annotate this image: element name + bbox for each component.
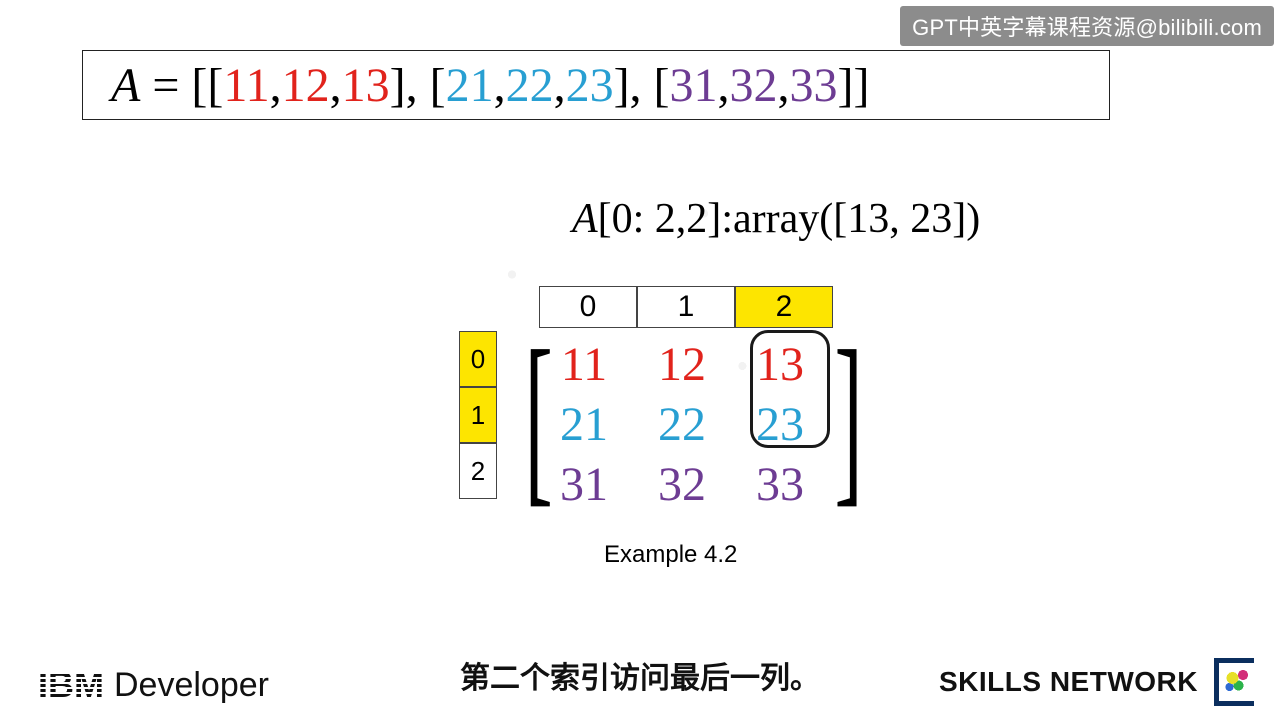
slice-v1: 13 bbox=[847, 196, 889, 242]
r3c2: 32 bbox=[730, 58, 778, 113]
bracket-open: [[ bbox=[191, 58, 223, 113]
skills-network-icon bbox=[1208, 658, 1260, 706]
slice-v2: 23 bbox=[910, 196, 952, 242]
slice-var: A bbox=[572, 196, 598, 242]
cell-0-0: 11 bbox=[535, 334, 633, 394]
cell-2-0: 31 bbox=[535, 454, 633, 514]
r2c3: 23 bbox=[566, 58, 614, 113]
slice-expression: A[0: 2,2]:array([13, 23]) bbox=[572, 195, 980, 243]
r2c1: 21 bbox=[446, 58, 494, 113]
r3c1: 31 bbox=[670, 58, 718, 113]
skills-network-text: SKILLS NETWORK bbox=[939, 666, 1198, 698]
source-watermark: GPT中英字幕课程资源@bilibili.com bbox=[900, 6, 1274, 46]
row-headers: 0 1 2 bbox=[459, 331, 497, 499]
cell-1-1: 22 bbox=[633, 394, 731, 454]
slice-idx: [0: 2,2] bbox=[598, 196, 722, 242]
r1c2: 12 bbox=[282, 58, 330, 113]
selection-highlight-ring bbox=[750, 330, 830, 448]
row-header-1-highlighted: 1 bbox=[459, 387, 497, 443]
r3c3: 33 bbox=[790, 58, 838, 113]
array-definition-box: A = [[ 11, 12, 13 ], [ 21, 22, 23 ], [ 3… bbox=[82, 50, 1110, 120]
slice-close: ]) bbox=[952, 196, 980, 242]
matrix-bracket-right: ] bbox=[834, 328, 862, 508]
cell-2-2: 33 bbox=[731, 454, 829, 514]
cell-2-1: 32 bbox=[633, 454, 731, 514]
ibm-logo: IBM bbox=[38, 664, 104, 706]
col-header-1: 1 bbox=[637, 286, 735, 328]
equals-sign: = bbox=[152, 58, 179, 113]
slice-sep: , bbox=[889, 196, 910, 242]
row-header-2: 2 bbox=[459, 443, 497, 499]
slice-open: [ bbox=[833, 196, 847, 242]
r1c1: 11 bbox=[223, 58, 269, 113]
cell-1-0: 21 bbox=[535, 394, 633, 454]
bracket-close: ]] bbox=[838, 58, 870, 113]
developer-word: Developer bbox=[114, 666, 269, 705]
column-headers: 0 1 2 bbox=[539, 286, 833, 328]
row-header-0-highlighted: 0 bbox=[459, 331, 497, 387]
col-header-2-highlighted: 2 bbox=[735, 286, 833, 328]
r1c3: 13 bbox=[342, 58, 390, 113]
skills-network-logo: SKILLS NETWORK bbox=[939, 658, 1260, 706]
r2c2: 22 bbox=[506, 58, 554, 113]
col-header-0: 0 bbox=[539, 286, 637, 328]
var-A: A bbox=[111, 58, 140, 113]
slice-label: :array( bbox=[721, 196, 833, 242]
cell-0-1: 12 bbox=[633, 334, 731, 394]
example-number: Example 4.2 bbox=[604, 541, 737, 569]
ibm-developer-logo: IBM Developer bbox=[38, 664, 269, 706]
